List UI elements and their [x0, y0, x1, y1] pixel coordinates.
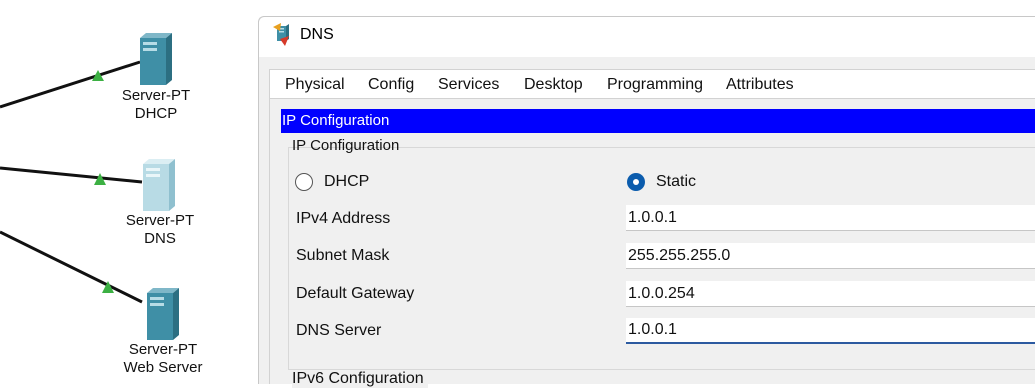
server-web-icon[interactable]: [147, 288, 179, 340]
device-label-web[interactable]: Server-PT Web Server: [103, 341, 223, 377]
subnet-mask-input[interactable]: [626, 243, 1035, 269]
tab-services[interactable]: Services: [438, 76, 499, 94]
server-dhcp-icon[interactable]: [140, 33, 172, 85]
device-model: Server-PT: [128, 341, 198, 358]
subnet-mask-label: Subnet Mask: [296, 247, 390, 264]
dhcp-radio[interactable]: [295, 173, 313, 191]
tab-desktop[interactable]: Desktop: [514, 76, 597, 101]
static-radio[interactable]: [627, 173, 645, 191]
device-name: DNS: [144, 230, 176, 247]
server-icon: [271, 23, 295, 47]
link-dns[interactable]: [0, 166, 143, 184]
device-label-dhcp[interactable]: Server-PT DHCP: [96, 87, 216, 123]
desktop-panel: IP Configuration IP Configuration DHCP S…: [269, 98, 1035, 388]
device-name: Web Server: [123, 359, 203, 376]
group-title: IP Configuration: [292, 137, 400, 154]
topology-canvas[interactable]: Server-PT DHCP Server-PT DNS Server-PT W…: [0, 0, 258, 383]
default-gateway-label: Default Gateway: [296, 285, 415, 302]
ip-configuration-header: IP Configuration: [281, 109, 1035, 133]
server-dns-icon[interactable]: [143, 159, 175, 211]
device-window: DNS Physical Config Services Desktop Pro…: [258, 16, 1035, 388]
tab-attributes[interactable]: Attributes: [726, 76, 794, 94]
dns-server-label: DNS Server: [296, 322, 382, 339]
static-radio-label[interactable]: Static: [656, 173, 696, 191]
device-model: Server-PT: [125, 212, 195, 229]
ipv6-configuration-title: IPv6 Configuration: [292, 370, 428, 388]
tab-programming[interactable]: Programming: [607, 76, 703, 94]
device-model: Server-PT: [121, 87, 191, 104]
topology-links: [0, 33, 179, 340]
device-label-dns[interactable]: Server-PT DNS: [100, 212, 220, 248]
title-bar[interactable]: DNS: [259, 17, 1035, 57]
ipv4-address-input[interactable]: [626, 205, 1035, 231]
default-gateway-input[interactable]: [626, 281, 1035, 307]
window-title: DNS: [300, 26, 334, 43]
dhcp-radio-label[interactable]: DHCP: [324, 173, 369, 191]
dns-server-input[interactable]: [626, 318, 1035, 344]
ipv4-address-label: IPv4 Address: [296, 210, 391, 227]
tab-bar: Physical Config Services Desktop Program…: [269, 69, 1035, 101]
tab-config[interactable]: Config: [368, 76, 414, 94]
tab-physical[interactable]: Physical: [285, 76, 345, 94]
device-name: DHCP: [134, 105, 178, 122]
